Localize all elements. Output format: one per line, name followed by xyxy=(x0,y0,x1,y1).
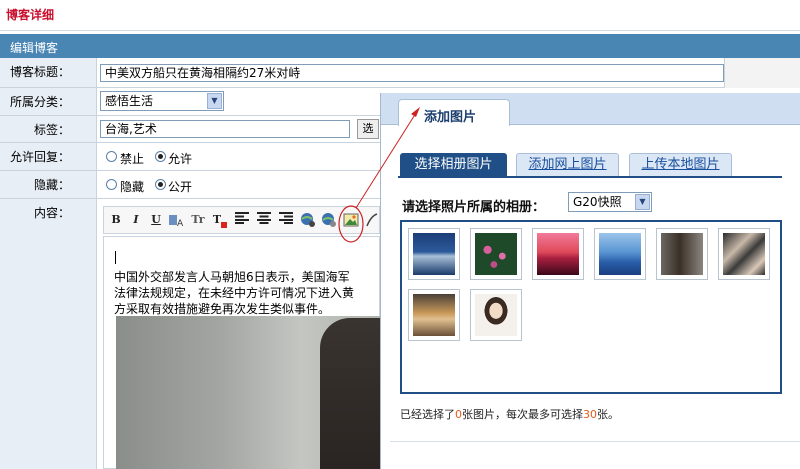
thumb-image xyxy=(413,294,455,336)
photo-thumb[interactable] xyxy=(408,289,460,341)
tags-input[interactable]: 台海,艺术 xyxy=(100,120,350,138)
tab-add-image-label: 添加图片 xyxy=(424,110,477,125)
photo-thumb[interactable] xyxy=(470,228,522,280)
insert-link-icon[interactable] xyxy=(300,212,316,228)
emoticon-icon[interactable] xyxy=(364,212,380,228)
dialog-footer-divider xyxy=(390,441,800,442)
reply-allow-radio[interactable] xyxy=(155,151,166,162)
chevron-down-icon: ▼ xyxy=(635,194,650,210)
font-color-button[interactable]: T xyxy=(212,212,228,228)
album-select[interactable]: G20快照 ▼ xyxy=(568,192,652,212)
reply-label: 允许回复： xyxy=(0,143,96,171)
hide-public-label: 公开 xyxy=(168,180,193,194)
tab-album-images[interactable]: 选择相册图片 xyxy=(400,153,507,176)
hide-label: 隐藏： xyxy=(0,171,96,199)
chevron-down-icon: ▼ xyxy=(207,93,222,109)
selection-status: 已经选择了0张图片，每次最多可选择30张。 xyxy=(400,406,619,422)
tags-label: 标签： xyxy=(0,116,96,143)
editor-toolbar: B I U A Tr T xyxy=(103,206,380,234)
album-prompt: 请选择照片所属的相册： xyxy=(402,200,546,215)
category-select[interactable]: 感悟生活 ▼ xyxy=(100,91,224,111)
svg-text:A: A xyxy=(177,219,184,228)
hide-public-radio[interactable] xyxy=(155,179,166,190)
photo-thumb[interactable] xyxy=(718,228,770,280)
align-right-icon[interactable] xyxy=(278,212,294,228)
underline-button[interactable]: U xyxy=(148,212,164,228)
italic-button[interactable]: I xyxy=(128,212,144,228)
thumb-image xyxy=(475,233,517,275)
title-input[interactable]: 中美双方船只在黄海相隔约27米对峙 xyxy=(100,64,724,82)
header-divider xyxy=(0,30,800,31)
section-title: 编辑博客 xyxy=(10,41,59,55)
photo-thumb[interactable] xyxy=(408,228,460,280)
thumb-image xyxy=(661,233,703,275)
font-size-icon[interactable]: A xyxy=(168,212,184,229)
reply-forbid-label: 禁止 xyxy=(120,152,145,166)
reply-forbid-radio[interactable] xyxy=(106,151,117,162)
tags-select-button[interactable]: 选 xyxy=(357,119,379,139)
category-label: 所属分类： xyxy=(0,88,96,116)
category-select-value: 感悟生活 xyxy=(105,94,154,108)
status-text-before: 已经选择了 xyxy=(400,408,455,421)
align-left-icon[interactable] xyxy=(234,212,250,228)
status-text-after: 张。 xyxy=(597,408,619,421)
hide-hidden-label: 隐藏 xyxy=(120,180,145,194)
content-line: 中国外交部发言人马朝旭6日表示，美国海军 xyxy=(114,270,350,284)
tab-upload-local[interactable]: 上传本地图片 xyxy=(629,153,732,176)
embedded-photo-detail xyxy=(320,318,380,469)
photo-thumb[interactable] xyxy=(532,228,584,280)
title-label: 博客标题： xyxy=(0,58,96,88)
text-caret xyxy=(115,251,116,264)
color-swatch-icon xyxy=(221,222,228,228)
remove-link-icon[interactable] xyxy=(321,212,337,228)
status-text-mid: 张图片，每次最多可选择 xyxy=(462,408,583,421)
album-select-value: G20快照 xyxy=(573,195,622,209)
label-column-divider xyxy=(96,58,97,469)
content-label: 内容： xyxy=(0,199,96,469)
insert-image-icon[interactable] xyxy=(343,212,359,228)
hide-hidden-radio[interactable] xyxy=(106,179,117,190)
photo-thumb[interactable] xyxy=(594,228,646,280)
align-center-icon[interactable] xyxy=(256,212,272,228)
thumb-image xyxy=(537,233,579,275)
page-title: 博客详细 xyxy=(6,8,55,22)
bold-button[interactable]: B xyxy=(108,212,124,228)
content-line: 方采取有效措施避免再次发生类似事件。 xyxy=(114,302,331,316)
photo-thumb[interactable] xyxy=(656,228,708,280)
status-max-count: 30 xyxy=(583,408,597,421)
photo-thumb[interactable] xyxy=(470,289,522,341)
font-family-button[interactable]: Tr xyxy=(190,212,206,228)
title-row-side xyxy=(724,58,800,88)
section-bar xyxy=(0,34,800,58)
content-line: 法律法规规定，在未经中方许可情况下进入黄 xyxy=(114,286,355,300)
tab-web-images[interactable]: 添加网上图片 xyxy=(516,153,619,176)
subtab-underline xyxy=(398,176,782,178)
thumb-image xyxy=(599,233,641,275)
font-color-label: T xyxy=(212,213,222,226)
thumb-image xyxy=(413,233,455,275)
thumb-image xyxy=(723,233,765,275)
reply-allow-label: 允许 xyxy=(168,152,193,166)
thumb-image xyxy=(475,294,517,336)
status-selected-count: 0 xyxy=(455,408,462,421)
